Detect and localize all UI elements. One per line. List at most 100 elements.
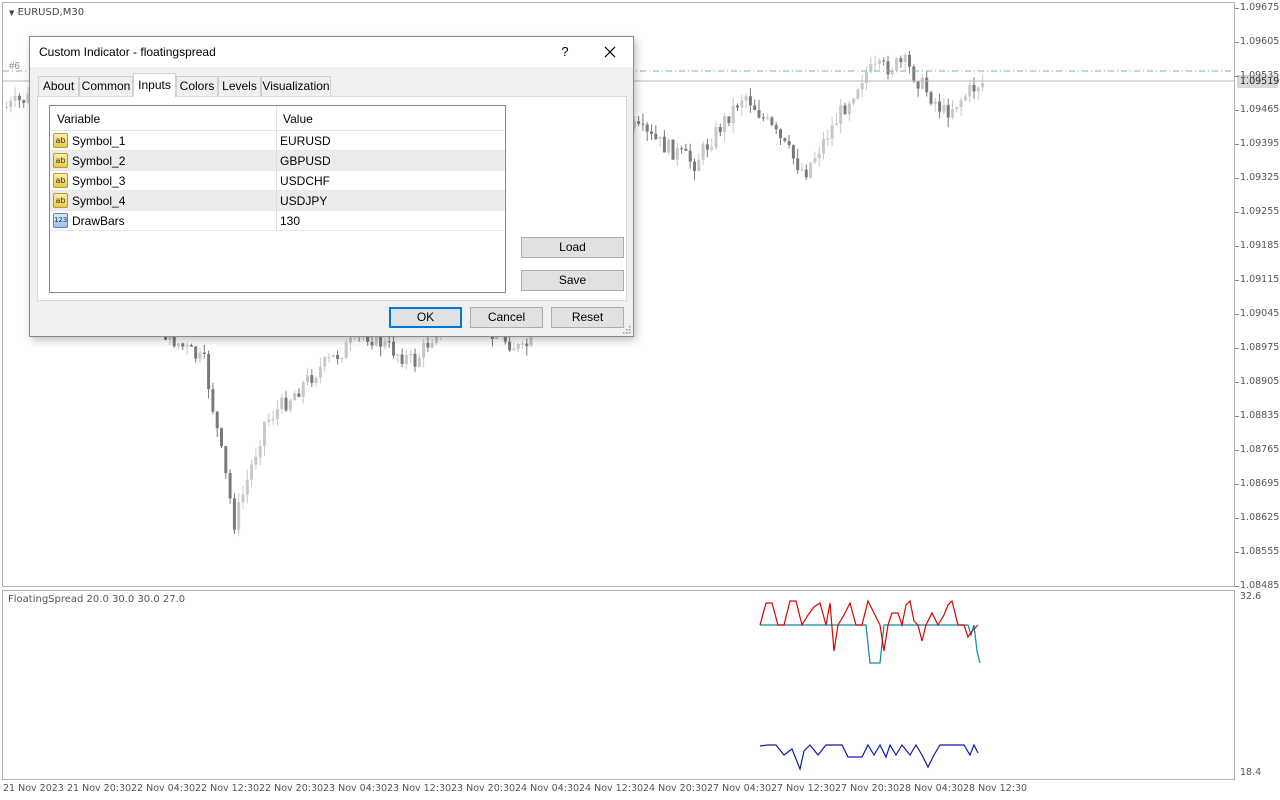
candle-body — [856, 89, 860, 99]
candle-body — [297, 393, 301, 397]
price-axis-label: 1.09185 — [1240, 240, 1280, 251]
ok-button[interactable]: OK — [389, 307, 462, 328]
price-axis-tick — [1235, 314, 1239, 315]
candle-body — [981, 83, 985, 88]
candle-body — [344, 342, 348, 359]
input-row-symbol-3[interactable]: ab Symbol_3 USDCHF — [50, 171, 505, 191]
value-column-header[interactable]: Value — [283, 112, 313, 126]
variable-value[interactable]: GBPUSD — [280, 154, 331, 168]
price-axis-tick — [1235, 8, 1239, 9]
custom-indicator-dialog: Custom Indicator - floatingspread ? Abou… — [29, 36, 634, 337]
close-button[interactable] — [596, 40, 624, 64]
candle-body — [202, 352, 206, 355]
help-button[interactable]: ? — [555, 41, 575, 63]
candle-body — [731, 105, 735, 123]
candle-body — [701, 144, 705, 160]
candle-body — [740, 100, 744, 108]
string-type-icon: ab — [53, 193, 68, 208]
candle-body — [650, 131, 653, 134]
candle-body — [224, 446, 228, 474]
candle-body — [766, 117, 770, 119]
tab-levels[interactable]: Levels — [218, 76, 261, 97]
candle-body — [684, 148, 688, 151]
price-axis-label: 1.09255 — [1240, 206, 1280, 217]
input-row-symbol-2[interactable]: ab Symbol_2 GBPUSD — [50, 151, 505, 171]
tab-common[interactable]: Common — [79, 76, 133, 97]
price-axis-label: 1.09045 — [1240, 308, 1280, 319]
candle-body — [521, 343, 524, 345]
input-row-symbol-4[interactable]: ab Symbol_4 USDJPY — [50, 191, 505, 211]
cell-separator — [276, 151, 277, 171]
candle-body — [301, 382, 305, 397]
resize-grip-icon[interactable] — [623, 326, 631, 334]
candle-body — [938, 101, 942, 112]
candle-body — [860, 83, 864, 90]
candle-body — [658, 136, 662, 140]
candle-body — [662, 136, 666, 153]
tab-inputs[interactable]: Inputs — [133, 73, 176, 97]
candle-body — [207, 354, 211, 390]
candle-body — [284, 397, 288, 411]
string-type-icon: ab — [53, 133, 68, 148]
candle-body — [955, 107, 959, 110]
variable-value[interactable]: USDJPY — [280, 194, 327, 208]
tab-about[interactable]: About — [38, 76, 79, 97]
candle-body — [929, 92, 933, 104]
spread-lines — [759, 599, 981, 772]
candle-body — [22, 100, 26, 103]
candle-body — [963, 96, 967, 101]
column-separator[interactable] — [276, 106, 277, 131]
tab-colors[interactable]: Colors — [176, 76, 218, 97]
cancel-button[interactable]: Cancel — [470, 307, 543, 328]
candle-body — [933, 101, 937, 104]
candle-body — [718, 127, 722, 133]
inputs-grid[interactable]: Variable Value ab Symbol_1 EURUSD ab Sym… — [49, 105, 506, 293]
variable-value[interactable]: EURUSD — [280, 134, 331, 148]
candle-body — [220, 428, 223, 447]
variable-value[interactable]: USDCHF — [280, 174, 330, 188]
variable-name: Symbol_1 — [72, 134, 126, 148]
candle-body — [886, 61, 890, 75]
candle-body — [516, 343, 520, 349]
time-axis-label: 22 Nov 04:30 — [131, 783, 196, 794]
time-axis-label: 24 Nov 12:30 — [579, 783, 644, 794]
candle-body — [508, 341, 512, 351]
dialog-titlebar[interactable]: Custom Indicator - floatingspread ? — [30, 37, 633, 67]
candle-body — [710, 147, 714, 150]
candle-body — [13, 95, 17, 101]
candle-body — [654, 133, 658, 140]
cell-separator — [276, 131, 277, 151]
variable-name: Symbol_3 — [72, 174, 126, 188]
candle-body — [9, 100, 13, 107]
candle-body — [800, 169, 804, 171]
input-row-drawbars[interactable]: 123 DrawBars 130 — [50, 211, 505, 231]
candle-body — [912, 66, 916, 82]
candle-body — [761, 117, 765, 119]
candle-body — [331, 354, 335, 357]
input-row-symbol-1[interactable]: ab Symbol_1 EURUSD — [50, 131, 505, 151]
candle-body — [959, 100, 963, 108]
variable-value[interactable]: 130 — [280, 214, 300, 228]
reset-button[interactable]: Reset — [551, 307, 624, 328]
cell-separator — [276, 191, 277, 211]
candle-body — [211, 389, 215, 412]
time-axis-label: 28 Nov 12:30 — [963, 783, 1028, 794]
load-button[interactable]: Load — [521, 237, 624, 258]
indicator-window[interactable]: FloatingSpread 20.0 30.0 30.0 27.0 — [2, 590, 1235, 780]
variable-column-header[interactable]: Variable — [57, 112, 100, 126]
candle-body — [228, 473, 232, 499]
candle-body — [177, 343, 180, 347]
tab-visualization[interactable]: Visualization — [261, 76, 331, 97]
price-axis-tick — [1235, 280, 1239, 281]
price-axis-tick — [1235, 212, 1239, 213]
candle-body — [804, 169, 808, 178]
candle-body — [267, 419, 271, 422]
candle-body — [512, 348, 516, 351]
candle-body — [925, 77, 929, 93]
candle-body — [976, 87, 980, 92]
price-axis-tick — [1235, 42, 1239, 43]
price-axis-tick — [1235, 518, 1239, 519]
candle-body — [972, 84, 976, 92]
save-button[interactable]: Save — [521, 270, 624, 291]
candle-body — [697, 159, 701, 172]
